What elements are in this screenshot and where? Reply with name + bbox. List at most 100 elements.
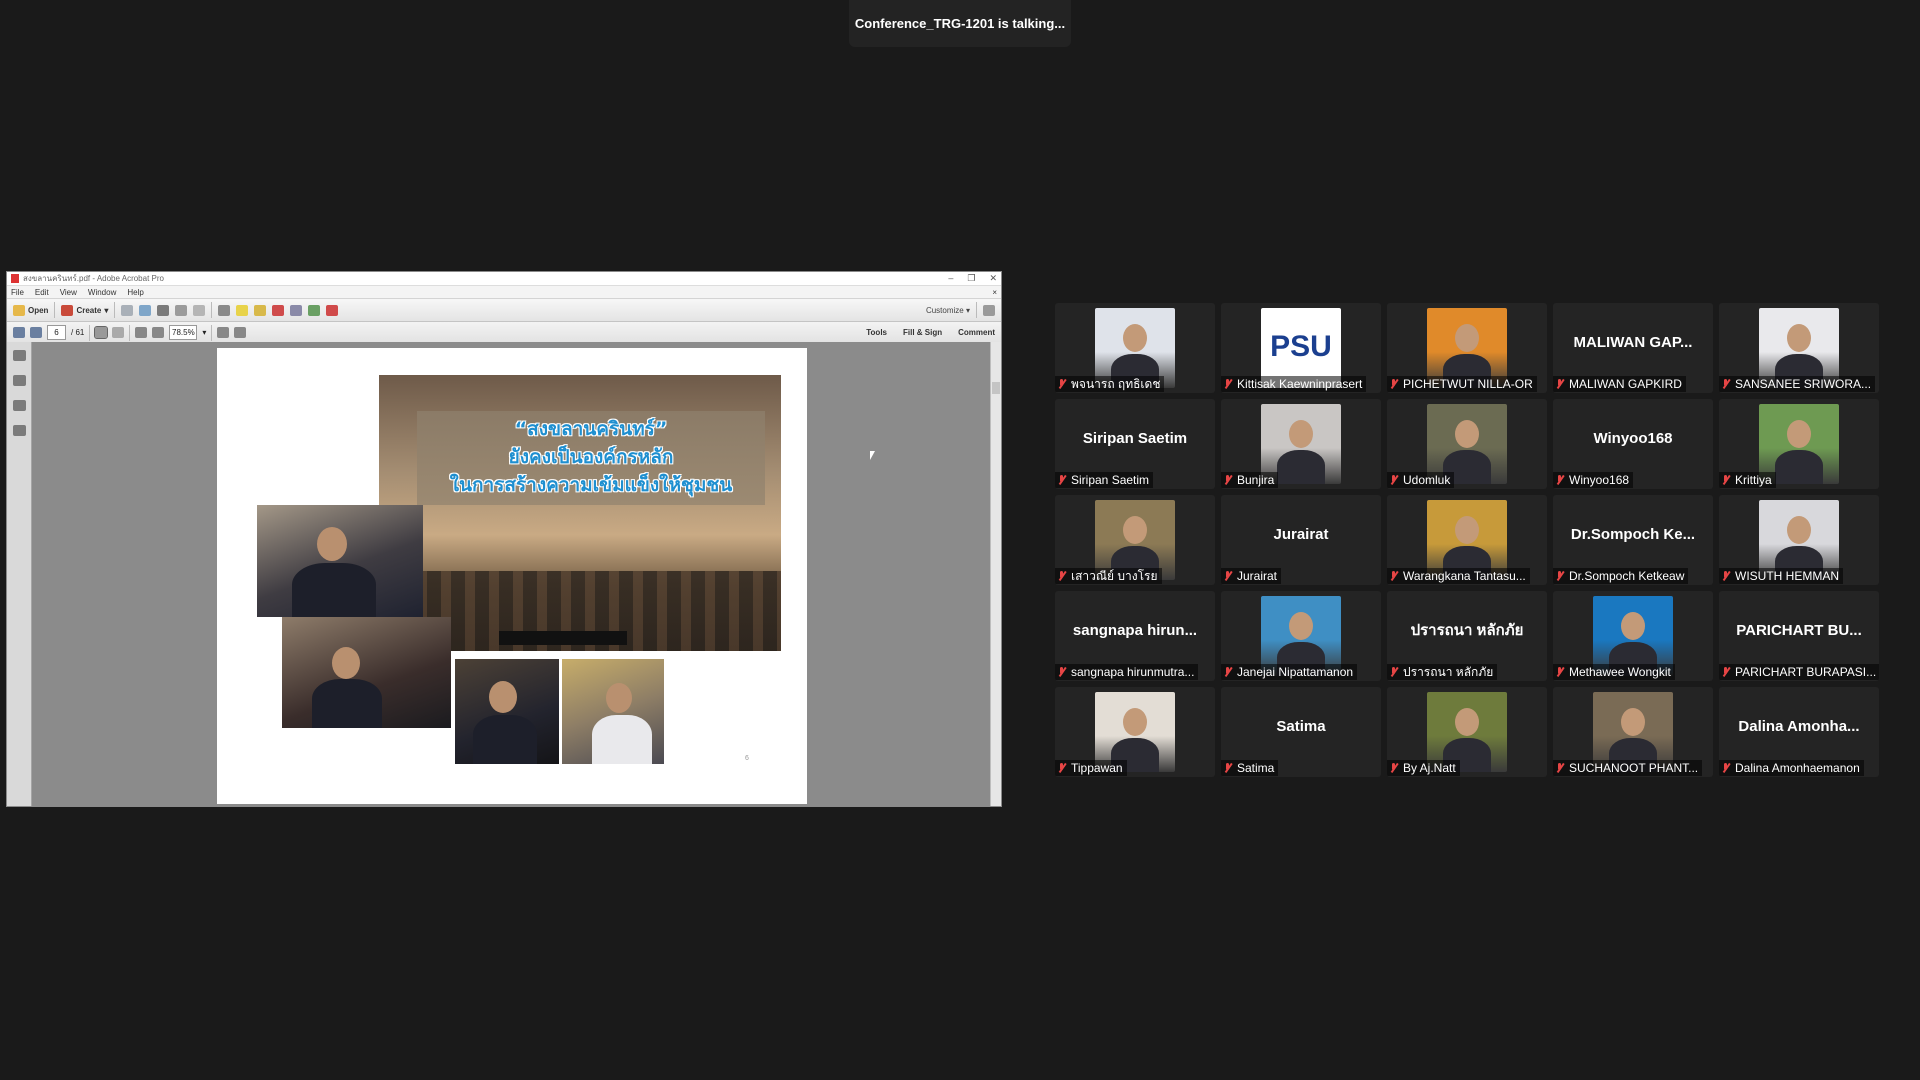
participant-name-label: PARICHART BURAPASI... [1719,664,1879,680]
settings-icon[interactable] [218,304,231,316]
participant-tile[interactable]: Dr.Sompoch Ke... Dr.Sompoch Ketkeaw [1553,495,1713,585]
toolbar-divider [211,324,213,341]
participant-tile[interactable]: By Aj.Natt [1387,687,1547,777]
participant-tile[interactable]: ปรารถนา หลักภัย ปรารถนา หลักภัย [1387,591,1547,681]
toolbar-divider [211,302,213,318]
person-body [312,679,382,728]
participant-tile[interactable]: Dalina Amonha... Dalina Amonhaemanon [1719,687,1879,777]
highlight-icon[interactable] [254,304,267,316]
close-icon[interactable]: ✕ [989,273,997,284]
muted-mic-icon [1058,475,1065,485]
edit-icon[interactable] [175,304,188,316]
participant-tile[interactable]: Tippawan [1055,687,1215,777]
page-number-input[interactable]: 6 [47,325,66,340]
person-face [317,527,347,561]
participant-tile[interactable]: Bunjira [1221,399,1381,489]
participant-tile[interactable]: Janejai Nipattamanon [1221,591,1381,681]
participant-display-name: sangnapa hirun... [1072,621,1198,639]
participant-name: Dalina Amonhaemanon [1735,761,1860,775]
participant-name: Bunjira [1237,473,1275,487]
participant-name-label: Satima [1221,760,1279,776]
participant-tile[interactable]: Methawee Wongkit [1553,591,1713,681]
comment-icon[interactable] [236,304,249,316]
participant-display-name: ปรารถนา หลักภัย [1410,622,1524,639]
participant-tile[interactable]: Satima Satima [1221,687,1381,777]
menu-file[interactable]: File [11,288,24,297]
menu-window[interactable]: Window [88,288,116,297]
participant-name: PICHETWUT NILLA-OR [1403,377,1533,391]
participant-tile[interactable]: Warangkana Tantasu... [1387,495,1547,585]
participant-tile[interactable]: Udomluk [1387,399,1547,489]
participant-name: Dr.Sompoch Ketkeaw [1569,569,1685,583]
participant-tile[interactable]: MALIWAN GAP... MALIWAN GAPKIRD [1553,303,1713,393]
muted-mic-icon [1722,763,1729,773]
muted-mic-icon [1058,571,1065,581]
toolbar-divider [976,302,977,318]
email-icon[interactable] [193,304,206,316]
fullscreen-icon[interactable] [983,304,995,316]
document-viewport: “สงขลานครินทร์” ยังคงเป็นองค์กรหลัก ในกา… [7,342,1001,806]
attachments-panel-icon[interactable] [12,425,26,436]
participant-tile[interactable]: SANSANEE SRIWORA... [1719,303,1879,393]
close-document-icon[interactable]: × [992,288,997,297]
toolbar-divider [114,302,116,318]
next-page-icon[interactable] [30,327,42,338]
customize-dropdown[interactable]: Customize ▾ [926,306,970,315]
menu-help[interactable]: Help [127,288,143,297]
hand-tool-icon[interactable] [112,327,125,338]
participant-tile[interactable]: Jurairat Jurairat [1221,495,1381,585]
participant-tile[interactable]: PSU Kittisak Kaewninprasert [1221,303,1381,393]
muted-mic-icon [1224,571,1231,581]
person-face [332,647,360,679]
participant-tile[interactable]: PICHETWUT NILLA-OR [1387,303,1547,393]
scrollbar-thumb[interactable] [992,382,1000,394]
zoom-out-icon[interactable] [135,327,148,338]
zoom-in-icon[interactable] [152,327,165,338]
create-button[interactable]: Create ▾ [61,304,108,316]
participant-tile[interactable]: Siripan Saetim Siripan Saetim [1055,399,1215,489]
participant-tile[interactable]: WISUTH HEMMAN [1719,495,1879,585]
select-tool-icon[interactable] [94,326,109,339]
fill-sign-pane-button[interactable]: Fill & Sign [903,328,942,337]
bookmarks-panel-icon[interactable] [12,375,26,386]
vertical-scrollbar[interactable] [990,342,1001,806]
restore-icon[interactable]: ❐ [967,273,975,284]
muted-mic-icon [1722,475,1729,485]
minimize-icon[interactable]: – [948,273,953,284]
acrobat-window-title: สงขลานครินทร์.pdf - Adobe Acrobat Pro [23,274,164,283]
fit-page-icon[interactable] [217,327,230,338]
participant-name: Methawee Wongkit [1569,665,1671,679]
participant-name-label: พจนารถ ฤทธิเดช [1055,376,1165,392]
participant-tile[interactable]: PARICHART BU... PARICHART BURAPASI... [1719,591,1879,681]
pages-panel-icon[interactable] [12,350,26,361]
save-icon[interactable] [121,304,134,316]
open-button[interactable]: Open [13,304,48,316]
participant-tile[interactable]: sangnapa hirun... sangnapa hirunmutra... [1055,591,1215,681]
fit-width-icon[interactable] [234,327,247,338]
comment-pane-button[interactable]: Comment [958,328,995,337]
participant-name-label: SUCHANOOT PHANT... [1553,760,1703,776]
previous-page-icon[interactable] [13,327,25,338]
menu-edit[interactable]: Edit [35,288,49,297]
avatar-head [1455,516,1479,544]
menu-view[interactable]: View [60,288,77,297]
cloud-upload-icon[interactable] [139,304,152,316]
create-pdf-icon [61,304,74,316]
participant-tile[interactable]: พจนารถ ฤทธิเดช [1055,303,1215,393]
print-icon[interactable] [157,304,170,316]
share-icon[interactable] [308,304,321,316]
participant-tile[interactable]: Krittiya [1719,399,1879,489]
export-icon[interactable] [272,304,285,316]
signatures-panel-icon[interactable] [12,400,26,411]
zoom-level-input[interactable]: 78.5% [169,325,198,340]
participant-tile[interactable]: Winyoo168 Winyoo168 [1553,399,1713,489]
tools-pane-button[interactable]: Tools [866,328,887,337]
muted-mic-icon [1390,667,1397,677]
combine-icon[interactable] [290,304,303,316]
muted-mic-icon [1390,379,1397,389]
participant-name: SUCHANOOT PHANT... [1569,761,1699,775]
zoom-dropdown-icon[interactable]: ▾ [202,328,206,337]
participant-tile[interactable]: SUCHANOOT PHANT... [1553,687,1713,777]
sign-icon[interactable] [326,304,339,316]
participant-tile[interactable]: เสาวณีย์ บางโรย [1055,495,1215,585]
